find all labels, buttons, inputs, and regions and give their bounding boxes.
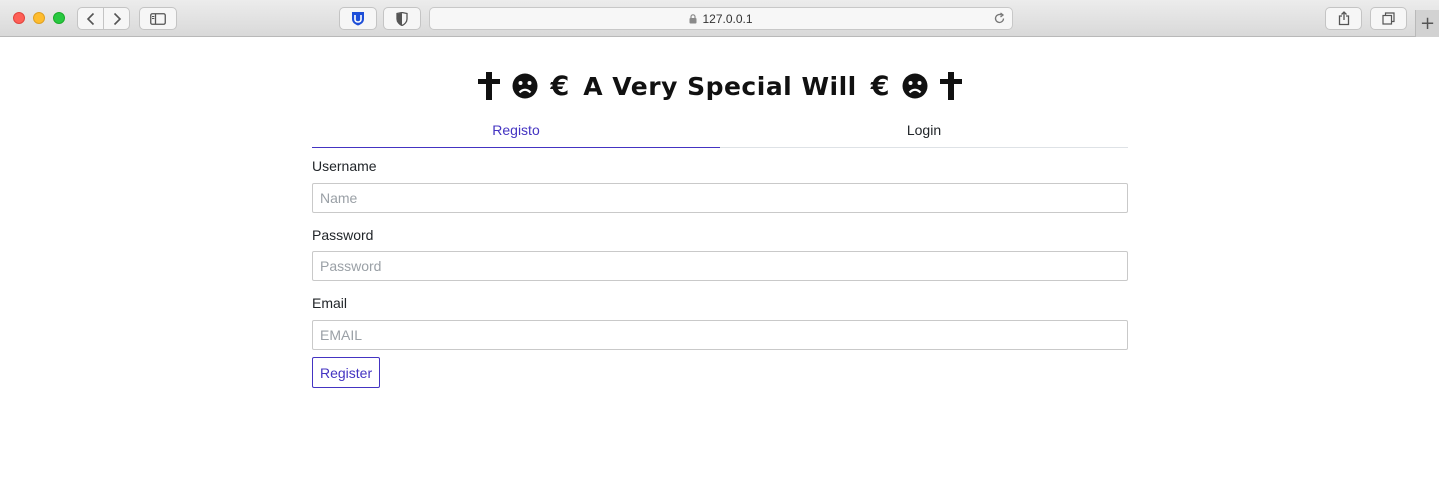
back-button[interactable] <box>78 8 103 29</box>
sidebar-icon <box>150 12 166 25</box>
cross-icon <box>939 72 962 100</box>
reload-icon[interactable] <box>993 12 1006 25</box>
address-text: 127.0.0.1 <box>702 11 753 26</box>
username-label: Username <box>312 158 377 174</box>
email-group: Email <box>312 295 1128 350</box>
forward-button[interactable] <box>103 8 129 29</box>
page-content: € A Very Special Will € Registo Login Us… <box>312 37 1128 388</box>
tab-registo[interactable]: Registo <box>312 115 720 148</box>
sad-face-icon <box>902 73 928 99</box>
lock-icon <box>689 13 697 23</box>
euro-sign: € <box>550 70 570 102</box>
extension-button[interactable] <box>339 7 377 30</box>
password-label: Password <box>312 227 374 243</box>
tab-login[interactable]: Login <box>720 115 1128 147</box>
sad-face-icon <box>512 73 538 99</box>
password-input[interactable] <box>312 251 1128 281</box>
zoom-window-button[interactable] <box>53 12 65 24</box>
email-label: Email <box>312 295 348 311</box>
auth-tabs: Registo Login <box>312 115 1128 148</box>
euro-sign: € <box>870 70 890 102</box>
back-icon <box>86 12 94 25</box>
new-tab-icon: + <box>1419 13 1436 34</box>
site-title-text: A Very Special Will <box>583 71 857 101</box>
cross-icon <box>478 72 501 100</box>
tabs-overview-icon <box>1382 12 1395 25</box>
browser-toolbar: 127.0.0.1 + <box>0 0 1439 37</box>
extension-shield-icon <box>352 12 364 26</box>
email-input[interactable] <box>312 320 1128 350</box>
tabs-overview-button[interactable] <box>1370 7 1407 30</box>
new-tab-button[interactable]: + <box>1415 10 1439 37</box>
minimize-window-button[interactable] <box>33 12 45 24</box>
password-group: Password <box>312 227 1128 281</box>
site-title: € A Very Special Will € <box>312 69 1128 103</box>
register-button[interactable]: Register <box>312 357 381 388</box>
username-group: Username <box>312 158 1128 213</box>
sidebar-button[interactable] <box>139 7 177 30</box>
register-form: Username Password Email Register <box>312 158 1128 388</box>
close-window-button[interactable] <box>13 12 25 24</box>
username-input[interactable] <box>312 183 1128 213</box>
forward-icon <box>113 12 121 25</box>
privacy-shield-icon <box>396 11 408 26</box>
privacy-button[interactable] <box>383 7 421 30</box>
navigation-buttons <box>77 7 130 30</box>
share-icon <box>1338 11 1349 26</box>
address-bar[interactable]: 127.0.0.1 <box>429 7 1013 30</box>
share-button[interactable] <box>1325 7 1362 30</box>
